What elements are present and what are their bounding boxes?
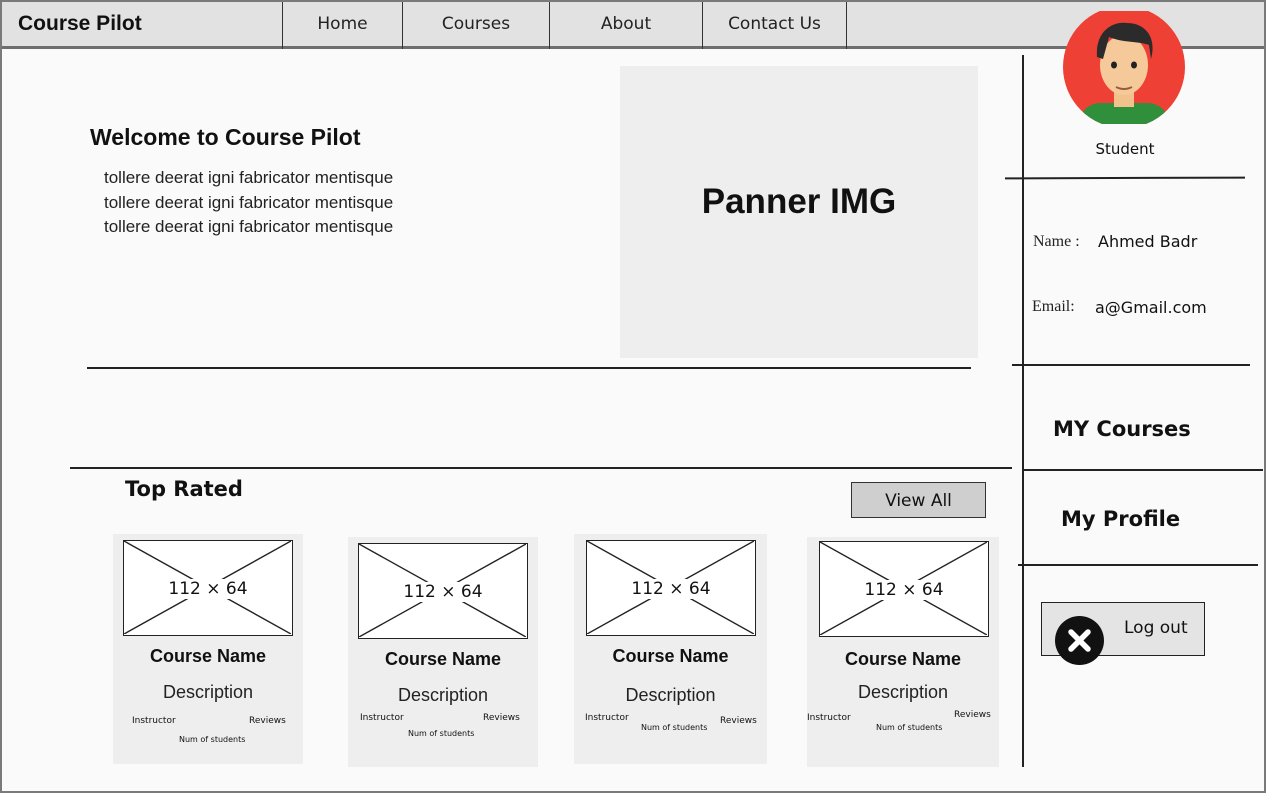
logout-label: Log out xyxy=(1124,618,1188,638)
course-name: Course Name xyxy=(844,649,962,669)
course-description: Description xyxy=(625,685,716,705)
divider xyxy=(70,467,1012,469)
course-num-students: Num of students xyxy=(876,723,943,732)
section-title-top-rated: Top Rated xyxy=(125,477,243,501)
welcome-line: tollere deerat igni fabricator mentisque xyxy=(104,168,394,187)
divider xyxy=(1018,564,1258,566)
thumbnail-size-label: 112 × 64 xyxy=(629,579,713,599)
name-label: Name : xyxy=(1033,233,1080,250)
course-reviews: Reviews xyxy=(720,716,757,726)
nav-contact-us[interactable]: Contact Us xyxy=(703,14,846,34)
my-courses-link[interactable]: MY Courses xyxy=(1053,417,1191,441)
course-thumbnail: 112 × 64 xyxy=(358,543,528,639)
sidebar-border xyxy=(1022,55,1024,767)
name-value: Ahmed Badr xyxy=(1098,232,1198,251)
divider xyxy=(87,367,971,369)
course-reviews: Reviews xyxy=(483,713,520,723)
course-card[interactable]: 112 × 64 Course Name Description Instruc… xyxy=(348,537,538,767)
nav-about[interactable]: About xyxy=(550,14,702,34)
close-icon[interactable] xyxy=(1054,615,1105,666)
course-name: Course Name xyxy=(612,646,729,666)
welcome-line: tollere deerat igni fabricator mentisque xyxy=(104,217,394,236)
course-name: Course Name xyxy=(384,649,502,669)
brand-logo-text[interactable]: Course Pilot xyxy=(18,12,142,36)
view-all-button[interactable]: View All xyxy=(851,482,986,518)
user-avatar-icon[interactable] xyxy=(1063,11,1186,124)
welcome-line: tollere deerat igni fabricator mentisque xyxy=(104,192,394,212)
course-instructor: Instructor xyxy=(132,716,176,726)
course-instructor: Instructor xyxy=(807,713,851,723)
course-description: Description xyxy=(857,682,949,702)
course-instructor: Instructor xyxy=(585,713,629,723)
course-num-students: Num of students xyxy=(641,723,708,732)
thumbnail-size-label: 112 × 64 xyxy=(166,579,250,599)
course-description: Description xyxy=(397,685,489,705)
course-reviews: Reviews xyxy=(954,710,991,720)
course-thumbnail: 112 × 64 xyxy=(586,540,756,636)
nav-home[interactable]: Home xyxy=(283,14,402,34)
user-role: Student xyxy=(1095,140,1155,158)
course-thumbnail: 112 × 64 xyxy=(123,540,293,636)
course-card[interactable]: 112 × 64 Course Name Description Instruc… xyxy=(113,534,303,764)
welcome-title: Welcome to Course Pilot xyxy=(90,124,361,150)
nav-divider xyxy=(846,2,847,49)
course-num-students: Num of students xyxy=(179,735,246,744)
banner-label: Panner IMG xyxy=(701,182,897,221)
welcome-text: tollere deerat igni fabricator mentisque… xyxy=(104,166,393,240)
email-label: Email: xyxy=(1032,298,1075,315)
thumbnail-size-label: 112 × 64 xyxy=(862,580,946,600)
course-reviews: Reviews xyxy=(249,716,286,726)
course-description: Description xyxy=(162,682,254,702)
divider xyxy=(1023,469,1263,471)
email-value: a@Gmail.com xyxy=(1095,298,1207,317)
banner-image: Panner IMG xyxy=(620,66,978,358)
course-name: Course Name xyxy=(149,646,267,666)
course-card[interactable]: 112 × 64 Course Name Description Instruc… xyxy=(807,537,999,767)
course-thumbnail: 112 × 64 xyxy=(819,541,989,637)
divider xyxy=(1012,364,1250,366)
course-num-students: Num of students xyxy=(408,729,475,738)
nav-courses[interactable]: Courses xyxy=(403,14,549,34)
thumbnail-size-label: 112 × 64 xyxy=(401,582,485,602)
course-instructor: Instructor xyxy=(360,713,404,723)
my-profile-link[interactable]: My Profile xyxy=(1061,507,1180,531)
course-card[interactable]: 112 × 64 Course Name Description Instruc… xyxy=(574,534,767,764)
